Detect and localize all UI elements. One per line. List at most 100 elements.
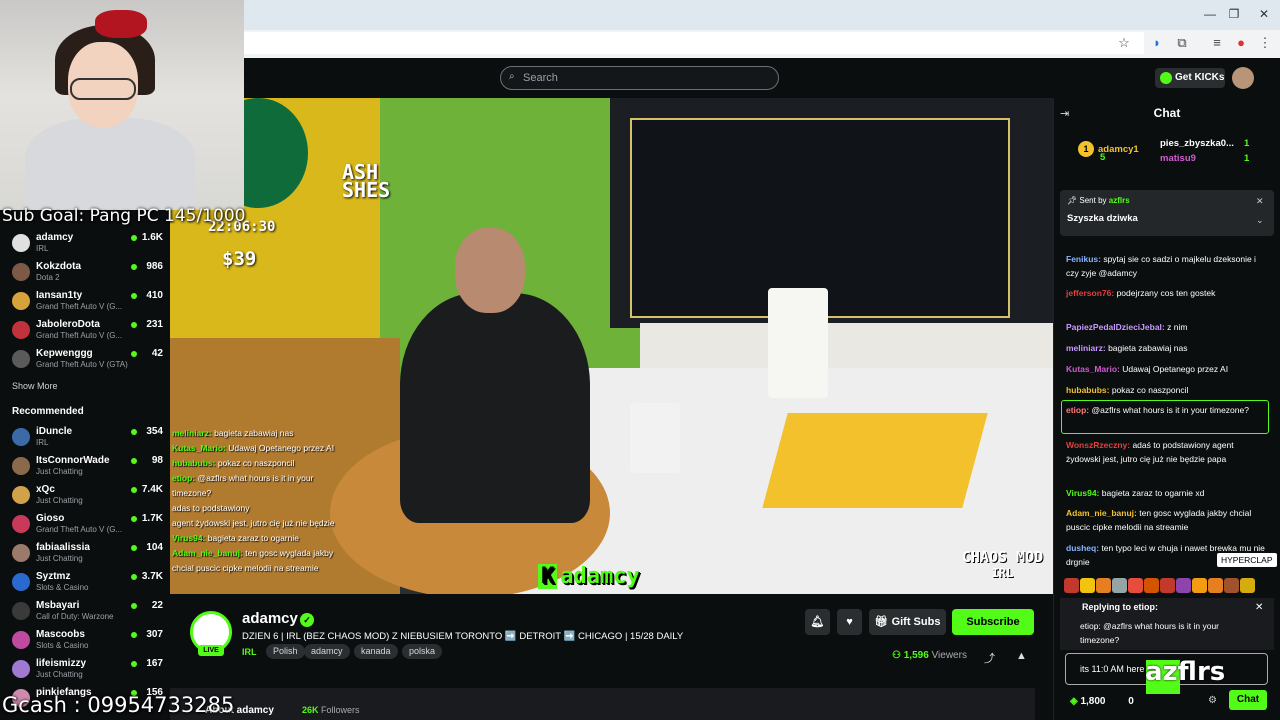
chat-username[interactable]: Virus94:: [1066, 488, 1099, 498]
channel-row[interactable]: lifeismizzy Just Chatting 167: [8, 656, 163, 684]
chat-message[interactable]: jefferson76: podejrzany cos ten gostek: [1066, 286, 1266, 300]
chat-username[interactable]: WonszRzeczny:: [1066, 440, 1130, 450]
channel-row[interactable]: xQc Just Chatting 7.4K: [8, 482, 163, 510]
leaderboard-entry[interactable]: 1 adamcy1: [1078, 141, 1139, 157]
subscribe-button[interactable]: Subscribe: [952, 609, 1034, 635]
overlay-chat-line: etiop: @azflrs what hours is it in your: [172, 471, 382, 486]
emote-icon[interactable]: [1096, 578, 1111, 593]
channel-row[interactable]: Msbayari Call of Duty: Warzone 22: [8, 598, 163, 626]
emote-icon[interactable]: [1208, 578, 1223, 593]
channel-row[interactable]: Kokzdota Dota 2 986: [8, 259, 163, 287]
report-icon[interactable]: ▲: [1016, 650, 1027, 662]
chevron-down-icon[interactable]: ⌄: [1256, 215, 1264, 226]
chat-message[interactable]: PapiezPedalDzieciJebal: z nim: [1066, 320, 1266, 334]
channel-row[interactable]: JaboleroDota Grand Theft Auto V (G... 231: [8, 317, 163, 345]
minimize-icon[interactable]: —: [1200, 6, 1220, 22]
pinned-sender: azflrs: [1108, 196, 1130, 205]
extension-icon[interactable]: ◗: [1148, 34, 1166, 52]
tag[interactable]: Polish: [266, 644, 305, 659]
channel-name: Iansan1ty: [36, 290, 83, 301]
chat-username[interactable]: dusheq:: [1066, 543, 1099, 553]
channel-row[interactable]: iDuncle IRL 354: [8, 424, 163, 452]
chat-message[interactable]: Virus94: bagieta zaraz to ogarnie xd: [1066, 486, 1266, 500]
close-icon[interactable]: ✕: [1254, 6, 1274, 22]
chat-message[interactable]: hubabubs: pokaz co naszponcil: [1066, 383, 1266, 397]
search-input[interactable]: Search: [500, 66, 779, 90]
tag[interactable]: polska: [402, 644, 443, 659]
gift-icon: 🎁︎: [874, 616, 892, 628]
notification-bell-icon[interactable]: 🔔︎: [805, 609, 830, 635]
channel-row[interactable]: adamcy IRL 1.6K: [8, 230, 163, 258]
overlay-chat-line: hubabubs: pokaz co naszponcil: [172, 456, 382, 471]
channel-row[interactable]: Mascoobs Slots & Casino 307: [8, 627, 163, 655]
bookmark-star-icon[interactable]: ☆: [1115, 34, 1133, 52]
follow-heart-icon[interactable]: ♥: [837, 609, 862, 635]
chat-username[interactable]: hubabubs:: [1066, 385, 1109, 395]
menu-kebab-icon[interactable]: ⋮: [1256, 34, 1274, 52]
overlay-chat-text: @azflrs what hours is it in your: [197, 473, 314, 483]
channel-row[interactable]: Gioso Grand Theft Auto V (G... 1.7K: [8, 511, 163, 539]
channel-category: Slots & Casino: [36, 641, 89, 650]
viewers-icon: ⚇: [892, 650, 904, 661]
emote-icon[interactable]: [1240, 578, 1255, 593]
channel-row[interactable]: Iansan1ty Grand Theft Auto V (G... 410: [8, 288, 163, 316]
stream-category[interactable]: IRL: [242, 647, 257, 657]
channel-avatar: [12, 660, 30, 678]
chat-username[interactable]: Adam_nie_banuj:: [1066, 508, 1137, 518]
maximize-icon[interactable]: ❐: [1224, 6, 1244, 22]
emote-icon[interactable]: [1144, 578, 1159, 593]
chat-username[interactable]: etiop:: [1066, 405, 1089, 415]
emote-icon[interactable]: [1160, 578, 1175, 593]
gift-subs-button[interactable]: 🎁︎ Gift Subs: [869, 609, 946, 635]
leaderboard-name[interactable]: matisu9: [1160, 153, 1196, 164]
streamer-name[interactable]: adamcy: [242, 610, 298, 627]
live-dot-icon: [131, 661, 137, 667]
channel-row[interactable]: Kepwenggg Grand Theft Auto V (GTA) 42: [8, 346, 163, 374]
unpin-icon[interactable]: ✕: [1256, 196, 1264, 207]
leaderboard-name[interactable]: pies_zbyszka0...: [1160, 138, 1234, 149]
channel-avatar: [12, 321, 30, 339]
chat-settings-icon[interactable]: ⚙: [1208, 695, 1217, 706]
chat-username[interactable]: Fenikus:: [1066, 254, 1101, 264]
chat-message[interactable]: Fenikus: spytaj sie co sadzi o majkelu d…: [1066, 252, 1266, 280]
viewer-count: ⚇ 1,596 Viewers: [892, 650, 967, 661]
user-avatar[interactable]: [1232, 67, 1254, 89]
chat-username[interactable]: PapiezPedalDzieciJebal:: [1066, 322, 1165, 332]
share-icon[interactable]: ⤴: [984, 650, 995, 666]
address-bar[interactable]: [244, 32, 1144, 54]
chat-username[interactable]: jefferson76:: [1066, 288, 1114, 298]
tag[interactable]: kanada: [354, 644, 398, 659]
emote-icon[interactable]: [1176, 578, 1191, 593]
channel-name: Msbayari: [36, 600, 80, 611]
chat-username[interactable]: Kutas_Mario:: [1066, 364, 1120, 374]
channel-row[interactable]: fabiaalissia Just Chatting 104: [8, 540, 163, 568]
channel-avatar: [12, 428, 30, 446]
show-more-link[interactable]: Show More: [12, 381, 58, 391]
overlay-chat-line: timezone?: [172, 486, 382, 501]
emote-icon[interactable]: [1064, 578, 1079, 593]
extensions-puzzle-icon[interactable]: ⧉: [1173, 34, 1191, 52]
chat-message[interactable]: Kutas_Mario: Udawaj Opetanego przez AI: [1066, 362, 1266, 376]
channel-viewers: 1.6K: [141, 232, 163, 243]
channel-row[interactable]: Syztmz Slots & Casino 3.7K: [8, 569, 163, 597]
emote-icon[interactable]: [1224, 578, 1239, 593]
chat-message[interactable]: etiop: @azflrs what hours is it in your …: [1066, 403, 1266, 417]
emote-icon[interactable]: [1128, 578, 1143, 593]
chat-message[interactable]: Adam_nie_banuj: ten gosc wyglada jakby c…: [1066, 506, 1266, 534]
emote-icon[interactable]: [1080, 578, 1095, 593]
profile-icon[interactable]: ●: [1232, 34, 1250, 52]
collapse-chat-icon[interactable]: ⇥: [1060, 107, 1069, 120]
emote-icon[interactable]: [1192, 578, 1207, 593]
overlay-chat-user: Virus94:: [172, 533, 206, 543]
channel-viewers: 3.7K: [141, 571, 163, 582]
chat-message[interactable]: meliniarz: bagieta zabawiaj nas: [1066, 341, 1266, 355]
channel-row[interactable]: ItsConnorWade Just Chatting 98: [8, 453, 163, 481]
close-reply-icon[interactable]: ✕: [1255, 602, 1263, 613]
cam-glasses: [70, 78, 136, 100]
tag[interactable]: adamcy: [304, 644, 350, 659]
chat-send-button[interactable]: Chat: [1229, 690, 1267, 710]
emote-icon[interactable]: [1112, 578, 1127, 593]
chat-message[interactable]: WonszRzeczny: adaś to podstawiony agent …: [1066, 438, 1266, 466]
chat-username[interactable]: meliniarz:: [1066, 343, 1106, 353]
media-controls-icon[interactable]: ≡: [1208, 34, 1226, 52]
